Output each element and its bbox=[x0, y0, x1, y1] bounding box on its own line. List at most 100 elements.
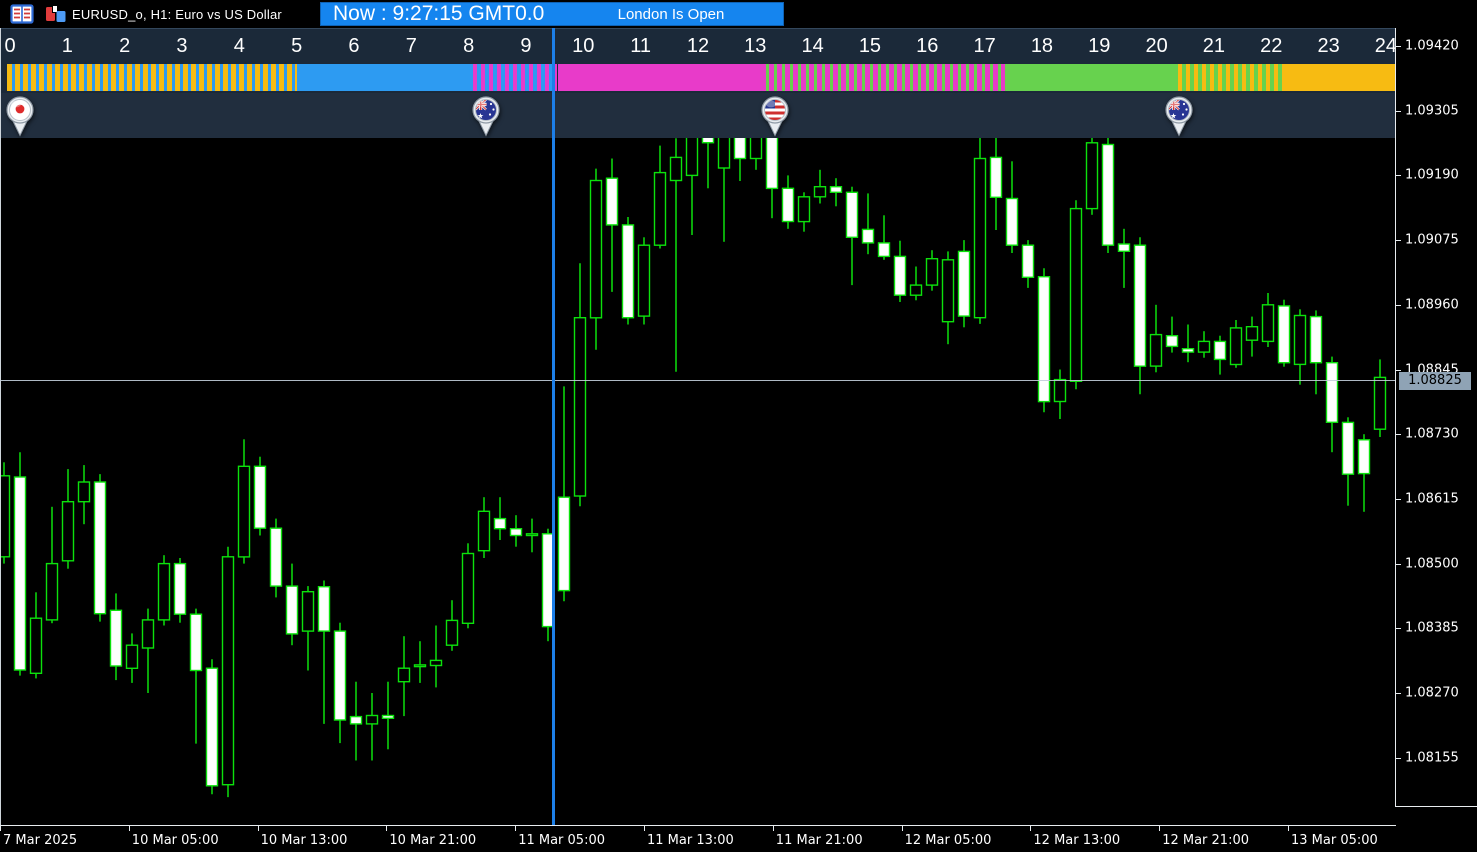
now-time-vertical-line bbox=[552, 28, 555, 825]
time-tick-label: 13 Mar 05:00 bbox=[1291, 833, 1378, 848]
journal-icon bbox=[10, 4, 34, 29]
hour-label-15: 15 bbox=[859, 35, 881, 58]
candle bbox=[1119, 229, 1130, 288]
candle bbox=[687, 138, 698, 235]
candle bbox=[191, 609, 202, 744]
hour-label-9: 9 bbox=[520, 35, 531, 58]
candle bbox=[831, 178, 842, 206]
candle bbox=[767, 138, 778, 218]
hour-label-20: 20 bbox=[1145, 35, 1167, 58]
now-clock-label: Now : 9:27:15 GMT0.0 bbox=[333, 2, 544, 26]
price-tick-label: 1.09075 bbox=[1405, 233, 1459, 248]
candle bbox=[575, 263, 586, 506]
candle bbox=[31, 592, 42, 678]
price-tick bbox=[1396, 175, 1401, 176]
current-price-label: 1.08825 bbox=[1399, 372, 1471, 390]
candle bbox=[1327, 357, 1338, 453]
candle bbox=[799, 192, 810, 231]
hour-label-22: 22 bbox=[1260, 35, 1282, 58]
candle bbox=[1087, 138, 1098, 215]
hour-label-12: 12 bbox=[687, 35, 709, 58]
candle bbox=[783, 175, 794, 228]
price-tick-label: 1.09305 bbox=[1405, 103, 1459, 118]
price-tick bbox=[1396, 305, 1401, 306]
session-status-label: London Is Open bbox=[571, 6, 771, 23]
time-tick-label: 11 Mar 13:00 bbox=[647, 833, 734, 848]
candle bbox=[1215, 336, 1226, 375]
time-tick bbox=[386, 825, 387, 831]
australia-flag-pin bbox=[1162, 95, 1196, 142]
hour-label-3: 3 bbox=[176, 35, 187, 58]
candle bbox=[1071, 200, 1082, 389]
hour-label-7: 7 bbox=[406, 35, 417, 58]
hour-label-21: 21 bbox=[1203, 35, 1225, 58]
price-tick bbox=[1396, 111, 1401, 112]
candle bbox=[591, 169, 602, 350]
candle bbox=[703, 138, 714, 188]
time-tick bbox=[644, 825, 645, 831]
candle bbox=[1151, 305, 1162, 373]
chart-shortcut-icon bbox=[44, 4, 68, 29]
candle bbox=[1007, 161, 1018, 253]
hour-ruler: 0123456789101112131415161718192021222324 bbox=[0, 28, 1396, 63]
candle bbox=[527, 519, 538, 553]
candle bbox=[351, 682, 362, 761]
price-tick bbox=[1396, 758, 1401, 759]
session-clock-panel[interactable]: Now : 9:27:15 GMT0.0 London Is Open bbox=[320, 2, 784, 26]
current-price-line bbox=[0, 380, 1396, 381]
candle bbox=[303, 586, 314, 670]
candle bbox=[559, 386, 570, 601]
time-tick bbox=[258, 825, 259, 831]
candle bbox=[815, 170, 826, 204]
candle bbox=[511, 515, 522, 547]
price-tick-label: 1.08155 bbox=[1405, 750, 1459, 765]
candle bbox=[271, 519, 282, 598]
time-axis[interactable]: 7 Mar 202510 Mar 05:0010 Mar 13:0010 Mar… bbox=[0, 825, 1477, 852]
candle bbox=[1295, 309, 1306, 384]
candle bbox=[879, 215, 890, 259]
candle bbox=[927, 250, 938, 291]
japan-flag-pin bbox=[3, 95, 37, 142]
candle bbox=[1263, 293, 1274, 347]
candle bbox=[207, 659, 218, 794]
time-tick bbox=[773, 825, 774, 831]
session-segment-newyork bbox=[1005, 64, 1174, 91]
candle bbox=[1199, 331, 1210, 358]
hour-label-8: 8 bbox=[463, 35, 474, 58]
price-tick-label: 1.09190 bbox=[1405, 168, 1459, 183]
candle bbox=[79, 465, 90, 524]
candle bbox=[335, 623, 346, 743]
price-tick bbox=[1396, 564, 1401, 565]
candle bbox=[367, 693, 378, 761]
candle bbox=[495, 497, 506, 540]
candle bbox=[479, 497, 490, 558]
candle bbox=[143, 609, 154, 693]
price-tick-label: 1.08500 bbox=[1405, 556, 1459, 571]
price-axis[interactable]: 1.094201.093051.091901.090751.089601.088… bbox=[1395, 28, 1477, 807]
candle bbox=[751, 138, 762, 170]
hour-label-14: 14 bbox=[801, 35, 823, 58]
time-tick bbox=[0, 825, 1, 831]
candle bbox=[975, 138, 986, 324]
candle bbox=[895, 241, 906, 302]
candle bbox=[943, 251, 954, 344]
candle bbox=[719, 138, 730, 242]
candle bbox=[847, 187, 858, 285]
candle bbox=[95, 474, 106, 621]
candle bbox=[127, 633, 138, 683]
candle bbox=[655, 146, 666, 249]
price-tick-label: 1.08730 bbox=[1405, 427, 1459, 442]
mt5-chart-window: EURUSD_o, H1: Euro vs US Dollar Now : 9:… bbox=[0, 0, 1477, 852]
candle bbox=[1023, 240, 1034, 288]
time-tick-label: 10 Mar 13:00 bbox=[261, 833, 348, 848]
hour-label-4: 4 bbox=[234, 35, 245, 58]
candle bbox=[239, 439, 250, 563]
candles-canvas bbox=[0, 138, 1396, 825]
candle bbox=[399, 636, 410, 716]
candlestick-chart[interactable] bbox=[0, 138, 1396, 825]
hour-label-5: 5 bbox=[291, 35, 302, 58]
candle bbox=[607, 159, 618, 292]
candle bbox=[1103, 138, 1114, 253]
session-segment-newyork-sydney-overlap bbox=[1174, 64, 1286, 91]
price-tick bbox=[1396, 240, 1401, 241]
